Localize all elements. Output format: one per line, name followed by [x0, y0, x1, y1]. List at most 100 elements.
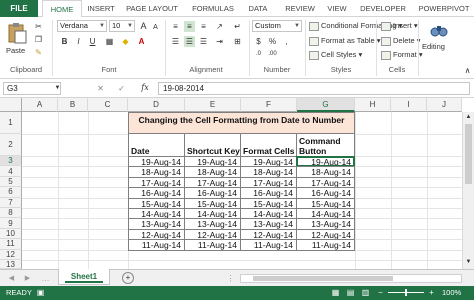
currency-button[interactable]: $	[253, 36, 264, 47]
name-box-dropdown-icon[interactable]: ▼	[52, 83, 63, 94]
align-right-icon[interactable]: ☰	[198, 36, 209, 47]
font-color-icon[interactable]: A	[136, 36, 147, 47]
number-format-dropdown[interactable]: Custom ▼	[252, 20, 302, 32]
cell-f11[interactable]: 11-Aug-14	[240, 239, 297, 251]
header-format-cells[interactable]: Format Cells	[240, 133, 297, 157]
tab-home[interactable]: HOME	[42, 0, 82, 18]
column-header-c[interactable]: C	[88, 98, 128, 112]
cut-icon[interactable]: ✂	[33, 21, 44, 32]
align-top-icon[interactable]: ≡	[170, 21, 181, 32]
header-shortcut-key[interactable]: Shortcut Key	[184, 133, 241, 157]
format-painter-icon[interactable]: ✎	[33, 47, 44, 58]
tab-powerpivot[interactable]: POWERPIVOT	[416, 0, 472, 17]
decrease-decimal-icon[interactable]: .00	[267, 49, 278, 60]
delete-cells-button[interactable]: Delete ▾	[381, 36, 421, 46]
bold-button[interactable]: B	[59, 36, 70, 47]
macro-record-icon[interactable]: ▣	[35, 287, 46, 298]
tab-file[interactable]: FILE	[0, 0, 38, 17]
align-center-icon[interactable]: ☰	[184, 36, 195, 47]
row-header-11[interactable]: 11	[0, 239, 22, 250]
copy-icon[interactable]: ❐	[33, 34, 44, 45]
row-header-5[interactable]: 5	[0, 176, 22, 188]
column-header-i[interactable]: I	[391, 98, 427, 112]
row-header-6[interactable]: 6	[0, 187, 22, 198]
font-size-dropdown[interactable]: 10 ▼	[109, 20, 135, 32]
column-header-e[interactable]: E	[185, 98, 241, 112]
table-title[interactable]: Changing the Cell Formatting from Date t…	[128, 112, 355, 134]
cell-d11[interactable]: 11-Aug-14	[128, 239, 185, 251]
format-cells-button[interactable]: Format ▾	[381, 50, 423, 60]
row-header-1[interactable]: 1	[0, 112, 22, 134]
orientation-icon[interactable]: ↗	[214, 21, 225, 32]
comma-button[interactable]: ,	[281, 36, 292, 47]
format-as-table-button[interactable]: Format as Table ▾	[309, 36, 381, 46]
worksheet-grid[interactable]: A B C D E F G H I J 1 2 3 4 5 6 7 8 9 10…	[0, 98, 474, 269]
horizontal-scroll-thumb[interactable]	[253, 276, 393, 281]
column-header-f[interactable]: F	[241, 98, 297, 112]
header-date[interactable]: Date	[128, 133, 185, 157]
next-sheet-icon[interactable]: ▶	[22, 273, 33, 284]
cancel-icon[interactable]: ✕	[95, 83, 106, 94]
sheet-tab-sheet1[interactable]: Sheet1	[58, 269, 110, 285]
vertical-scrollbar[interactable]: ▲ ▼	[462, 112, 474, 269]
row-header-13[interactable]: 13	[0, 260, 22, 269]
increase-decimal-icon[interactable]: .0	[253, 49, 264, 60]
zoom-level[interactable]: 100%	[442, 286, 461, 300]
cell-g11[interactable]: 11-Aug-14	[296, 239, 355, 251]
horizontal-scrollbar[interactable]	[240, 274, 462, 283]
editing-button[interactable]: Editing	[420, 20, 458, 60]
page-break-view-icon[interactable]: ▥	[360, 287, 371, 298]
align-left-icon[interactable]: ☰	[170, 36, 181, 47]
tab-view[interactable]: VIEW	[324, 0, 350, 17]
row-header-8[interactable]: 8	[0, 208, 22, 219]
zoom-in-button[interactable]: +	[426, 287, 437, 298]
merge-center-icon[interactable]: ⊞	[232, 36, 243, 47]
insert-function-icon[interactable]: fx	[137, 82, 153, 93]
row-header-10[interactable]: 10	[0, 228, 22, 240]
add-sheet-button[interactable]: +	[122, 272, 134, 284]
row-header-7[interactable]: 7	[0, 197, 22, 208]
prev-sheet-icon[interactable]: ◀	[6, 273, 17, 284]
row-header-9[interactable]: 9	[0, 218, 22, 229]
enter-icon[interactable]: ✓	[116, 83, 127, 94]
fill-color-icon[interactable]: ◆	[120, 36, 131, 47]
row-header-12[interactable]: 12	[0, 249, 22, 260]
page-layout-view-icon[interactable]: ▤	[345, 287, 356, 298]
insert-cells-button[interactable]: Insert ▾	[381, 21, 418, 31]
font-name-dropdown[interactable]: Verdana ▼	[57, 20, 107, 32]
more-sheets-icon[interactable]: …	[40, 273, 51, 284]
row-header-3[interactable]: 3	[0, 156, 22, 167]
collapse-ribbon-icon[interactable]: ∧	[462, 65, 473, 76]
grow-font-button[interactable]: A	[138, 21, 149, 32]
cell-e11[interactable]: 11-Aug-14	[184, 239, 241, 251]
scroll-down-icon[interactable]: ▼	[463, 257, 474, 268]
borders-icon[interactable]: ▦	[104, 36, 115, 47]
tab-developer[interactable]: DEVELOPER	[358, 0, 408, 17]
underline-button[interactable]: U	[87, 36, 98, 47]
column-header-h[interactable]: H	[355, 98, 391, 112]
paste-button[interactable]: Paste	[4, 20, 30, 60]
row-header-4[interactable]: 4	[0, 166, 22, 177]
italic-button[interactable]: I	[73, 36, 84, 47]
tab-review[interactable]: REVIEW	[282, 0, 318, 17]
column-header-j[interactable]: J	[427, 98, 462, 112]
column-header-b[interactable]: B	[58, 98, 88, 112]
cell-styles-button[interactable]: Cell Styles ▾	[309, 50, 362, 60]
select-all-corner[interactable]	[0, 98, 22, 112]
align-middle-icon[interactable]: ≡	[184, 21, 195, 32]
row-header-2[interactable]: 2	[0, 134, 22, 156]
zoom-slider[interactable]	[388, 289, 424, 296]
scroll-up-icon[interactable]: ▲	[463, 112, 474, 123]
formula-input[interactable]: 19-08-2014	[158, 82, 470, 95]
column-header-d[interactable]: D	[128, 98, 185, 112]
tab-page-layout[interactable]: PAGE LAYOUT	[122, 0, 182, 17]
tab-data[interactable]: DATA	[244, 0, 272, 17]
scroll-thumb[interactable]	[465, 124, 472, 184]
percent-button[interactable]: %	[267, 36, 278, 47]
wrap-text-icon[interactable]: ↵	[232, 21, 243, 32]
align-bottom-icon[interactable]: ≡	[198, 21, 209, 32]
tab-insert[interactable]: INSERT	[84, 0, 118, 17]
zoom-out-button[interactable]: −	[375, 287, 386, 298]
normal-view-icon[interactable]: ▦	[330, 287, 341, 298]
shrink-font-button[interactable]: A	[150, 22, 161, 33]
